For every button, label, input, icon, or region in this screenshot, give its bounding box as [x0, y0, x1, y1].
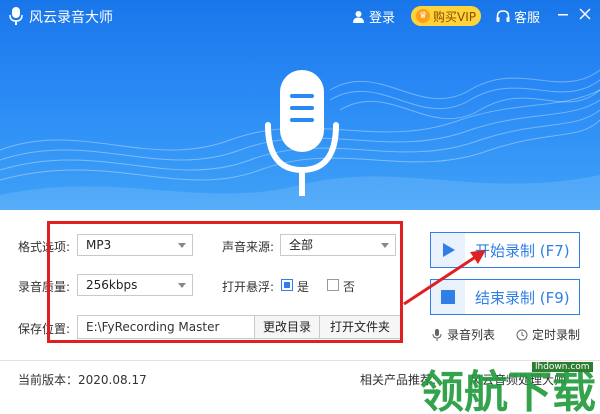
timed-recording-link[interactable]: 定时录制 [516, 326, 580, 343]
buy-vip-button[interactable]: ♛ 购买VIP [411, 6, 481, 26]
annotation-arrow [403, 250, 486, 306]
login-label: 登录 [369, 11, 396, 26]
watermark-url: lhdown.com [532, 362, 593, 372]
close-icon[interactable] [575, 4, 595, 24]
login-button[interactable]: 登录 [352, 7, 395, 26]
vip-label: 购买VIP [433, 9, 476, 24]
title-bar: 风云录音大师 登录 ♛ 购买VIP 客服 [0, 0, 600, 32]
user-icon [353, 11, 364, 23]
headset-icon [496, 10, 510, 22]
microphone-app-icon [9, 7, 23, 25]
annotation-highlight-box [47, 221, 403, 343]
service-label: 客服 [514, 11, 541, 26]
minimize-icon[interactable] [553, 4, 573, 24]
timed-recording-label: 定时录制 [532, 328, 581, 342]
recording-list-label: 录音列表 [447, 328, 496, 342]
recording-list-link[interactable]: 录音列表 [431, 326, 495, 343]
microphone-icon [265, 70, 339, 196]
customer-service-button[interactable]: 客服 [496, 7, 540, 26]
clock-icon [516, 329, 528, 340]
hero-banner: 风云录音大师 登录 ♛ 购买VIP 客服 [0, 0, 600, 210]
microphone-small-icon [432, 328, 442, 341]
crown-icon: ♛ [416, 9, 430, 23]
version-text: 当前版本：2020.08.17 [18, 373, 147, 387]
app-title: 风云录音大师 [29, 10, 113, 26]
